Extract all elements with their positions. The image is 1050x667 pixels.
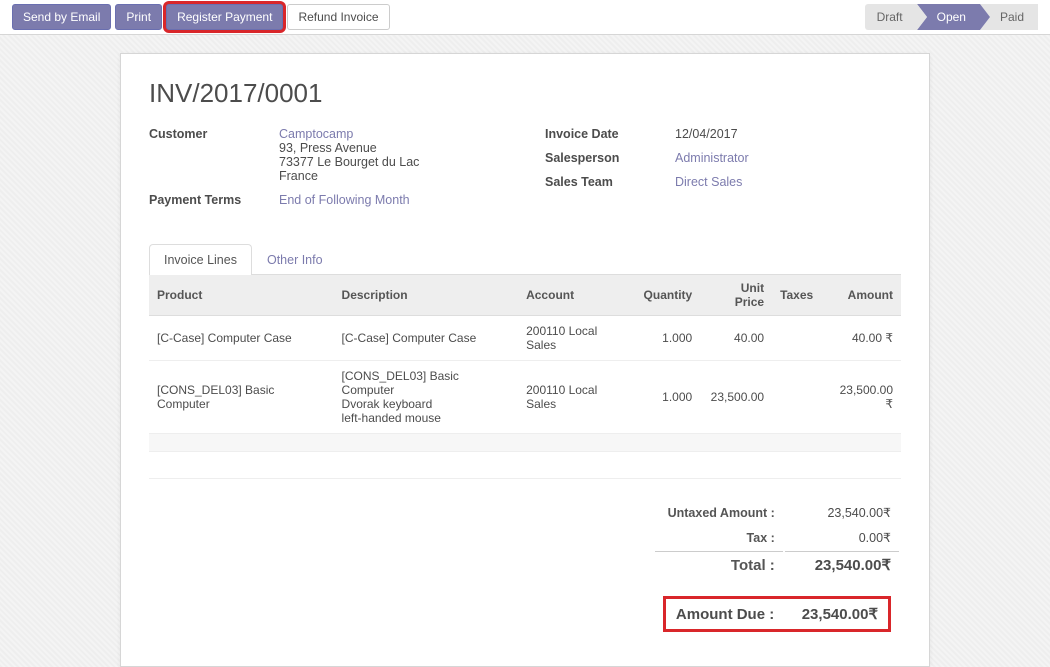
col-account: Account <box>518 275 635 316</box>
total-label: Total : <box>655 551 783 578</box>
sales-team-link[interactable]: Direct Sales <box>675 175 742 189</box>
cell-product: [CONS_DEL03] Basic Computer <box>149 361 334 434</box>
col-taxes: Taxes <box>772 275 821 316</box>
untaxed-label: Untaxed Amount : <box>655 501 783 524</box>
invoice-date-label: Invoice Date <box>545 127 675 141</box>
cell-amount: 23,500.00 ₹ <box>821 361 901 434</box>
customer-link[interactable]: Camptocamp <box>279 127 353 141</box>
print-button[interactable]: Print <box>115 4 162 30</box>
amount-due-box: Amount Due : 23,540.00₹ <box>663 596 891 632</box>
register-payment-button[interactable]: Register Payment <box>166 4 283 30</box>
amount-due-value: 23,540.00₹ <box>802 606 878 623</box>
col-amount: Amount <box>821 275 901 316</box>
cell-unit-price: 23,500.00 <box>700 361 772 434</box>
customer-label: Customer <box>149 127 279 183</box>
sales-team-label: Sales Team <box>545 175 675 189</box>
table-row[interactable]: [CONS_DEL03] Basic Computer [CONS_DEL03]… <box>149 361 901 434</box>
payment-terms-link[interactable]: End of Following Month <box>279 193 410 207</box>
cell-quantity: 1.000 <box>636 316 701 361</box>
totals-area: Untaxed Amount : 23,540.00₹ Tax : 0.00₹ … <box>149 478 901 638</box>
table-spacer <box>149 434 901 452</box>
cell-taxes <box>772 316 821 361</box>
tax-label: Tax : <box>655 526 783 549</box>
page-title: INV/2017/0001 <box>149 78 901 109</box>
cell-taxes <box>772 361 821 434</box>
invoice-date-value: 12/04/2017 <box>675 127 901 141</box>
cell-product: [C-Case] Computer Case <box>149 316 334 361</box>
invoice-lines-table: Product Description Account Quantity Uni… <box>149 275 901 452</box>
untaxed-value: 23,540.00₹ <box>785 501 899 524</box>
status-trail: Draft Open Paid <box>865 4 1038 30</box>
tabs: Invoice Lines Other Info <box>149 243 901 275</box>
tax-value: 0.00₹ <box>785 526 899 549</box>
cell-account: 200110 Local Sales <box>518 361 635 434</box>
col-description: Description <box>334 275 519 316</box>
send-email-button[interactable]: Send by Email <box>12 4 111 30</box>
total-value: 23,540.00₹ <box>785 551 899 578</box>
cell-description: [CONS_DEL03] Basic Computer Dvorak keybo… <box>334 361 519 434</box>
tab-other-info[interactable]: Other Info <box>252 244 338 275</box>
payment-terms-label: Payment Terms <box>149 193 279 207</box>
table-row[interactable]: [C-Case] Computer Case [C-Case] Computer… <box>149 316 901 361</box>
table-header-row: Product Description Account Quantity Uni… <box>149 275 901 316</box>
cell-account: 200110 Local Sales <box>518 316 635 361</box>
amount-due-label: Amount Due : <box>676 606 774 623</box>
tab-invoice-lines[interactable]: Invoice Lines <box>149 244 252 275</box>
refund-invoice-button[interactable]: Refund Invoice <box>287 4 389 30</box>
cell-amount: 40.00 ₹ <box>821 316 901 361</box>
cell-unit-price: 40.00 <box>700 316 772 361</box>
toolbar: Send by Email Print Register Payment Ref… <box>0 0 1050 35</box>
col-product: Product <box>149 275 334 316</box>
customer-address: 93, Press Avenue 73377 Le Bourget du Lac… <box>279 141 419 183</box>
col-unit-price: Unit Price <box>700 275 772 316</box>
col-quantity: Quantity <box>636 275 701 316</box>
salesperson-link[interactable]: Administrator <box>675 151 749 165</box>
cell-quantity: 1.000 <box>636 361 701 434</box>
status-draft: Draft <box>865 4 917 30</box>
salesperson-label: Salesperson <box>545 151 675 165</box>
cell-description: [C-Case] Computer Case <box>334 316 519 361</box>
